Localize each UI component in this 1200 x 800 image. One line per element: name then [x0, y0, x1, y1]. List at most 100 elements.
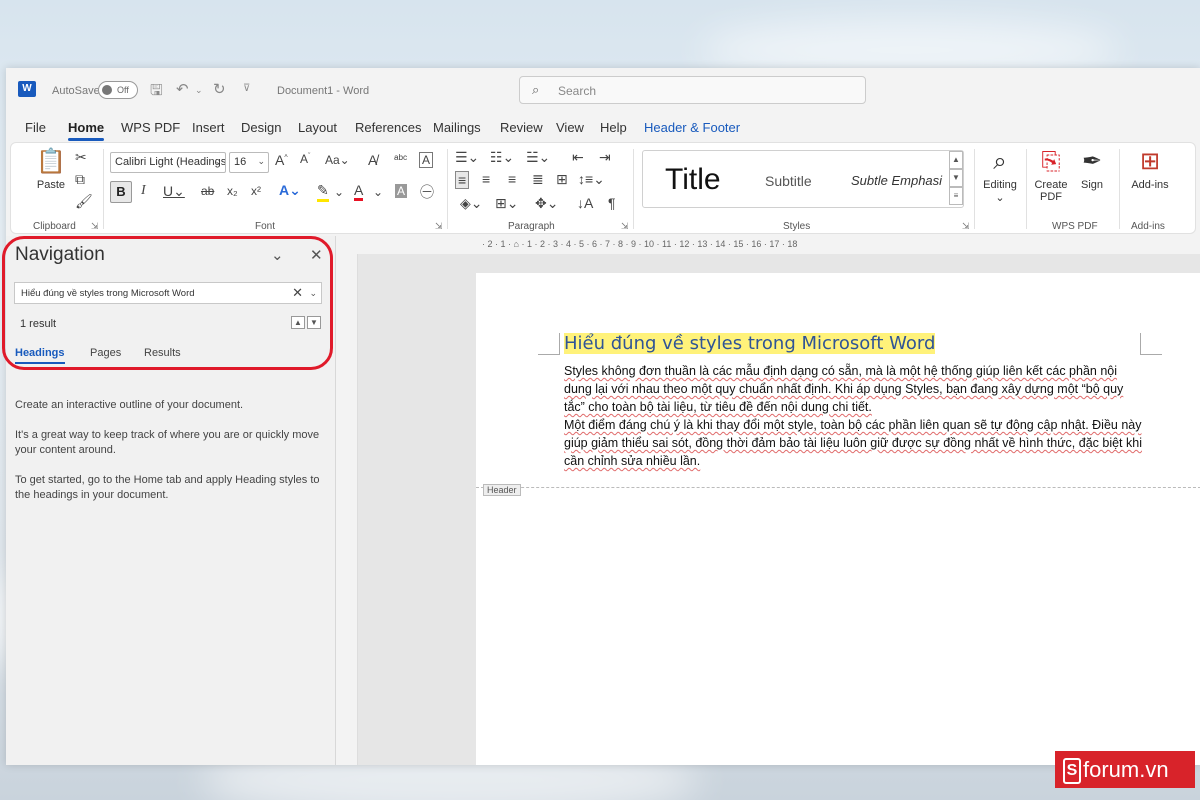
document-heading[interactable]: Hiểu đúng về styles trong Microsoft Word [564, 333, 936, 354]
numbering-icon[interactable]: ☷⌄ [490, 149, 514, 166]
style-title[interactable]: Title [665, 163, 721, 197]
nav-help-text: It's a great way to keep track of where … [15, 429, 320, 456]
autosave-state: Off [117, 85, 129, 95]
paste-label: Paste [36, 179, 66, 191]
highlight-color-icon[interactable]: ✎ [317, 182, 329, 202]
tab-layout[interactable]: Layout [298, 120, 337, 135]
borders-icon[interactable]: ⊞⌄ [495, 195, 518, 212]
paste-button[interactable]: 📋 Paste [31, 147, 71, 191]
distributed-icon[interactable]: ⊞ [556, 171, 568, 188]
underline-icon[interactable]: U⌄ [163, 183, 185, 200]
document-page[interactable]: Hiểu đúng về styles trong Microsoft Word… [476, 273, 1200, 765]
tab-view[interactable]: View [556, 120, 584, 135]
font-color-icon[interactable]: A [354, 182, 364, 201]
align-left-icon[interactable]: ≡ [455, 171, 470, 189]
sign-label: Sign [1080, 179, 1104, 191]
tab-insert[interactable]: Insert [192, 120, 225, 135]
text-effects-icon[interactable]: A⌄ [279, 182, 301, 199]
bold-button[interactable]: B [110, 181, 132, 203]
decrease-indent-icon[interactable]: ⇤ [572, 149, 584, 166]
grid-icon: ⊞ [1139, 148, 1161, 175]
horizontal-ruler[interactable]: · 2 · 1 · ⌂ · 1 · 2 · 3 · 4 · 5 · 6 · 7 … [358, 236, 1200, 254]
add-ins-button[interactable]: ⊞ Add-ins [1125, 147, 1175, 191]
shrink-font-icon[interactable]: Aˇ [300, 152, 310, 166]
watermark-mark: S [1063, 758, 1081, 784]
multilevel-list-icon[interactable]: ☱⌄ [526, 149, 550, 166]
cut-icon[interactable]: ✂ [75, 149, 87, 166]
format-painter-icon[interactable]: 🖌 [75, 193, 93, 210]
shading-icon[interactable]: ◈⌄ [460, 195, 483, 212]
document-paragraph[interactable]: Một điểm đáng chú ý là khi thay đổi một … [564, 416, 1144, 470]
editing-button[interactable]: ⌕ Editing ⌄ [979, 147, 1021, 204]
character-shading-icon[interactable]: A [395, 184, 408, 198]
document-paragraph[interactable]: Styles không đơn thuần là các mẫu định d… [564, 362, 1144, 416]
tab-file[interactable]: File [25, 120, 46, 135]
justify-icon[interactable]: ≣ [532, 171, 544, 188]
styles-up-icon[interactable]: ▲ [949, 151, 963, 169]
customize-toolbar-icon[interactable]: ⊽ [243, 83, 250, 94]
search-box[interactable]: ⌕ Search [519, 76, 866, 104]
chevron-down-icon[interactable]: ⌄ [334, 185, 344, 199]
sort-icon[interactable]: ↓A [577, 195, 593, 211]
bullets-icon[interactable]: ☰⌄ [455, 149, 479, 166]
ribbon: 📋 Paste ✂ ⧉ 🖌 Clipboard ⇲ Calibri Light … [10, 142, 1196, 234]
copy-icon[interactable]: ⧉ [75, 171, 85, 188]
superscript-icon[interactable]: x² [251, 184, 261, 198]
style-subtle-emphasis[interactable]: Subtle Emphasi [851, 173, 942, 188]
clipboard-launcher-icon[interactable]: ⇲ [91, 221, 99, 232]
tab-wps-pdf[interactable]: WPS PDF [121, 120, 180, 135]
clear-formatting-icon[interactable]: A̸ [368, 152, 377, 168]
toggle-knob [102, 85, 112, 95]
create-pdf-button[interactable]: ⎘ Create PDF [1031, 147, 1071, 203]
tab-review[interactable]: Review [500, 120, 543, 135]
grow-font-icon[interactable]: A^ [275, 152, 288, 168]
tab-mailings[interactable]: Mailings [433, 120, 481, 135]
autosave-toggle[interactable]: Off [98, 81, 138, 99]
group-separator [103, 149, 104, 229]
group-separator [447, 149, 448, 229]
chevron-down-icon: ⌄ [257, 156, 265, 166]
align-center-icon[interactable]: ≡ [482, 171, 490, 187]
redo-icon[interactable]: ↻ [213, 80, 226, 98]
save-icon[interactable]: 🖫 [150, 80, 163, 105]
strikethrough-icon[interactable]: ab [201, 184, 214, 198]
header-tag[interactable]: Header [483, 484, 521, 496]
search-placeholder: Search [558, 84, 597, 98]
asian-layout-icon[interactable]: ✥⌄ [535, 195, 558, 212]
styles-down-icon[interactable]: ▼ [949, 169, 963, 187]
paragraph-launcher-icon[interactable]: ⇲ [621, 221, 629, 232]
forum-watermark-logo: Sforum.vn [1055, 751, 1195, 788]
character-border-icon[interactable]: A [419, 152, 434, 168]
tab-home[interactable]: Home [68, 120, 105, 141]
font-launcher-icon[interactable]: ⇲ [435, 221, 443, 232]
pen-icon: ✒ [1081, 148, 1103, 175]
tab-design[interactable]: Design [241, 120, 281, 135]
tab-references[interactable]: References [355, 120, 421, 135]
tab-header-footer[interactable]: Header & Footer [644, 120, 740, 135]
vertical-ruler[interactable] [336, 254, 358, 765]
font-family-select[interactable]: Calibri Light (Headings ⌄ [110, 152, 226, 173]
font-size-select[interactable]: 16 ⌄ [229, 152, 269, 173]
sign-button[interactable]: ✒ Sign [1075, 147, 1109, 191]
increase-indent-icon[interactable]: ⇥ [599, 149, 611, 166]
autosave-label: AutoSave [52, 85, 100, 97]
subscript-icon[interactable]: x₂ [227, 184, 238, 198]
undo-icon[interactable]: ↶ [176, 80, 189, 98]
tab-help[interactable]: Help [600, 120, 627, 135]
add-ins-label: Add-ins [1131, 179, 1169, 191]
italic-icon[interactable]: I [141, 183, 146, 199]
chevron-down-icon[interactable]: ⌄ [373, 185, 383, 199]
phonetic-guide-icon[interactable]: ᵃᵇᶜ [394, 152, 407, 166]
styles-launcher-icon[interactable]: ⇲ [962, 221, 970, 232]
enclose-characters-icon[interactable]: ㊀ [420, 182, 434, 202]
document-body[interactable]: Styles không đơn thuần là các mẫu định d… [564, 362, 1144, 470]
chevron-down-icon: ⌄ [214, 156, 222, 166]
change-case-icon[interactable]: Aa⌄ [325, 153, 350, 167]
undo-dropdown-icon[interactable]: ⌄ [195, 85, 203, 96]
align-right-icon[interactable]: ≡ [508, 171, 516, 187]
show-formatting-icon[interactable]: ¶ [608, 195, 616, 211]
style-subtitle[interactable]: Subtitle [765, 173, 812, 189]
line-spacing-icon[interactable]: ↕≡⌄ [578, 171, 605, 188]
word-logo-icon: W [18, 81, 36, 97]
styles-more-icon[interactable]: ≡ [949, 187, 963, 205]
